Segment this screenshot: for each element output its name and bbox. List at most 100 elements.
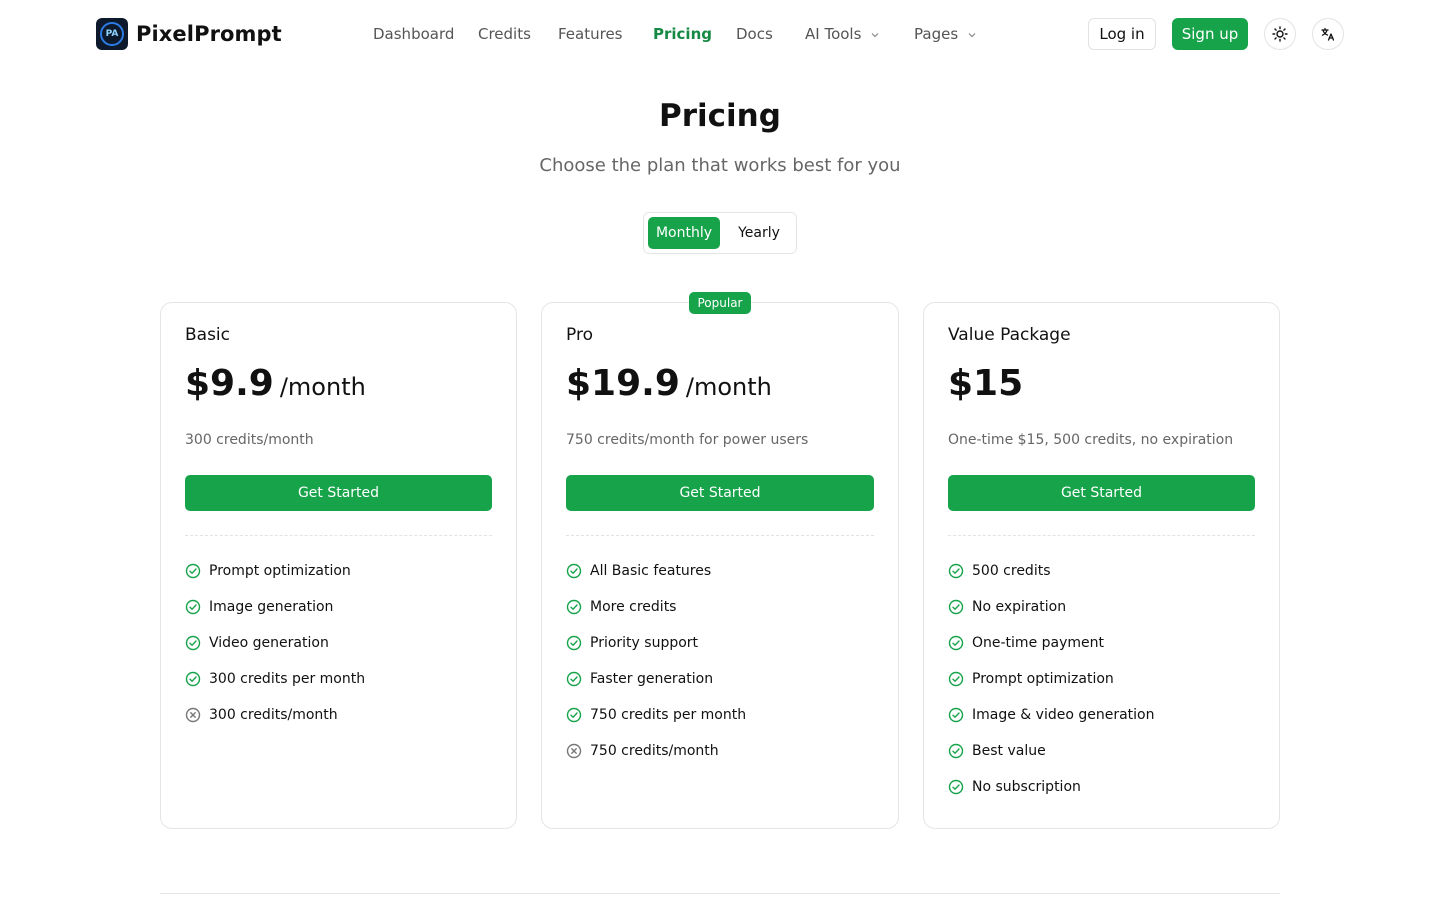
plan-description: 300 credits/month	[185, 432, 314, 448]
theme-toggle-button[interactable]	[1264, 18, 1296, 50]
feature-text: Faster generation	[590, 671, 714, 687]
feature-text: 750 credits/month	[590, 743, 719, 759]
feature-item: All Basic features	[566, 553, 746, 589]
feature-item: More credits	[566, 589, 746, 625]
check-circle-icon	[566, 707, 582, 723]
feature-text: 750 credits per month	[590, 707, 747, 723]
billing-toggle: Monthly Yearly	[643, 212, 797, 254]
feature-item: 750 credits per month	[566, 697, 746, 733]
plan-card-pro: Popular Pro $19.9/month 750 credits/mont…	[541, 292, 899, 829]
plan-price: $9.9/month	[185, 363, 366, 404]
brand-name: PixelPrompt	[136, 22, 282, 46]
plan-card-value-package: Value Package $15 One-time $15, 500 cred…	[923, 302, 1280, 829]
feature-item: One-time payment	[948, 625, 1155, 661]
feature-text: All Basic features	[590, 563, 712, 579]
feature-text: No subscription	[972, 779, 1081, 795]
feature-list: Prompt optimization Image generation Vid…	[185, 553, 365, 733]
feature-text: Best value	[972, 743, 1046, 759]
price-period: /month	[279, 373, 366, 401]
nav-item-pricing[interactable]: Pricing	[653, 22, 712, 46]
billing-option-monthly[interactable]: Monthly	[648, 217, 720, 249]
check-circle-icon	[566, 599, 582, 615]
nav-item-dashboard[interactable]: Dashboard	[373, 22, 454, 46]
feature-text: Video generation	[209, 635, 329, 651]
feature-text: 300 credits per month	[209, 671, 366, 687]
chevron-down-icon	[968, 32, 976, 37]
feature-text: Prompt optimization	[209, 563, 351, 579]
footer-divider	[160, 893, 1280, 894]
check-circle-icon	[948, 743, 964, 759]
price-amount: $15	[948, 363, 1024, 404]
plan-name: Basic	[185, 325, 231, 345]
plan-card-basic: Basic $9.9/month 300 credits/month Get S…	[160, 302, 517, 829]
sun-icon	[1272, 26, 1288, 42]
plan-name: Pro	[566, 325, 593, 345]
popular-badge: Popular	[689, 292, 751, 314]
divider	[948, 535, 1255, 536]
feature-text: More credits	[590, 599, 677, 615]
chevron-down-icon	[871, 32, 879, 37]
billing-option-yearly[interactable]: Yearly	[724, 217, 794, 249]
feature-item: 300 credits per month	[185, 661, 365, 697]
check-circle-icon	[948, 635, 964, 651]
price-amount: $19.9	[566, 363, 680, 404]
plan-name: Value Package	[948, 325, 1071, 345]
logo-mark-icon: PA	[96, 18, 128, 50]
check-circle-icon	[185, 671, 201, 687]
brand-logo[interactable]: PA PixelPrompt	[96, 18, 282, 50]
feature-text: No expiration	[972, 599, 1067, 615]
x-circle-icon	[185, 707, 201, 723]
feature-item: Video generation	[185, 625, 365, 661]
login-button[interactable]: Log in	[1088, 18, 1156, 50]
plan-price: $15	[948, 363, 1023, 404]
check-circle-icon	[566, 563, 582, 579]
signup-button[interactable]: Sign up	[1172, 18, 1248, 50]
feature-item: Prompt optimization	[185, 553, 365, 589]
feature-item: No subscription	[948, 769, 1155, 805]
nav-item-docs[interactable]: Docs	[736, 22, 773, 46]
feature-item: Image generation	[185, 589, 365, 625]
feature-list: 500 credits No expiration One-time payme…	[948, 553, 1155, 805]
feature-item: 750 credits/month	[566, 733, 746, 769]
feature-text: Priority support	[590, 635, 699, 651]
x-circle-icon	[566, 743, 582, 759]
page-title: Pricing	[659, 98, 781, 134]
language-button[interactable]	[1312, 18, 1344, 50]
nav-item-pages[interactable]: Pages	[914, 22, 977, 46]
nav-item-ai-tools[interactable]: AI Tools	[805, 22, 880, 46]
feature-item: Prompt optimization	[948, 661, 1155, 697]
check-circle-icon	[948, 779, 964, 795]
feature-text: Image generation	[209, 599, 334, 615]
feature-item: 500 credits	[948, 553, 1155, 589]
check-circle-icon	[185, 563, 201, 579]
check-circle-icon	[566, 635, 582, 651]
get-started-button[interactable]: Get Started	[948, 475, 1255, 511]
plan-description: 750 credits/month for power users	[566, 432, 809, 448]
logo-glyph: PA	[100, 22, 124, 46]
check-circle-icon	[566, 671, 582, 687]
get-started-button[interactable]: Get Started	[566, 475, 874, 511]
nav-item-credits[interactable]: Credits	[478, 22, 531, 46]
price-amount: $9.9	[185, 363, 274, 404]
top-header: PA PixelPrompt Dashboard Credits Feature…	[0, 0, 1440, 68]
feature-text: Image & video generation	[972, 707, 1155, 723]
plan-price: $19.9/month	[566, 363, 772, 404]
feature-text: 500 credits	[972, 563, 1051, 579]
check-circle-icon	[948, 707, 964, 723]
divider	[566, 535, 874, 536]
check-circle-icon	[948, 563, 964, 579]
feature-item: Best value	[948, 733, 1155, 769]
get-started-button[interactable]: Get Started	[185, 475, 492, 511]
feature-item: Image & video generation	[948, 697, 1155, 733]
feature-text: 300 credits/month	[209, 707, 338, 723]
divider	[185, 535, 492, 536]
nav-item-features[interactable]: Features	[558, 22, 623, 46]
check-circle-icon	[185, 635, 201, 651]
feature-text: One-time payment	[972, 635, 1105, 651]
page-subtitle: Choose the plan that works best for you	[539, 155, 901, 176]
check-circle-icon	[948, 671, 964, 687]
feature-item: Priority support	[566, 625, 746, 661]
check-circle-icon	[948, 599, 964, 615]
feature-item: Faster generation	[566, 661, 746, 697]
translate-icon	[1321, 27, 1335, 41]
